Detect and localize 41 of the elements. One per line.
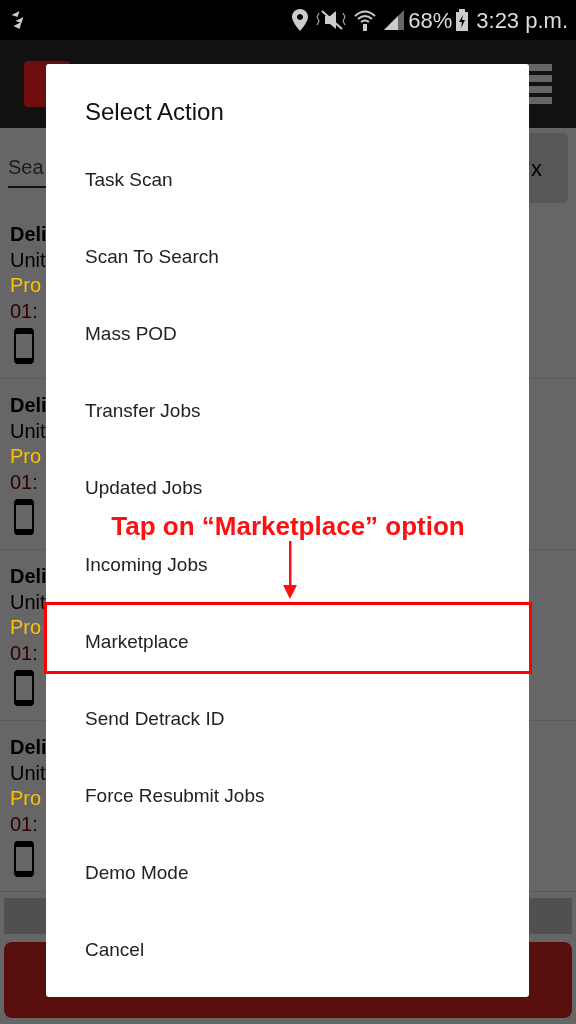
annotation-text: Tap on “Marketplace” option [111,511,465,541]
job-status: Pro [10,273,42,298]
job-time: 01: [10,640,38,666]
job-status: Pro [10,615,42,640]
menu-item[interactable]: Scan To Search [85,243,219,272]
menu-item[interactable]: Task Scan [85,166,173,195]
job-title: Deli [10,393,47,418]
menu-item[interactable]: Marketplace [85,628,189,657]
menu-item[interactable]: Mass POD [85,320,177,349]
job-time: 01: [10,298,38,324]
phone-icon [14,328,34,364]
menu-item[interactable]: Transfer Jobs [85,397,201,426]
job-title: Deli [10,735,47,760]
clock: 3:23 p.m. [476,6,568,35]
mute-icon [316,9,347,31]
menu-item[interactable]: Force Resubmit Jobs [85,782,265,811]
job-time: 01: [10,469,38,495]
battery-icon [456,9,469,31]
menu-item[interactable]: Updated Jobs [85,474,203,503]
menu-item[interactable]: Demo Mode [85,859,189,888]
phone-icon [14,670,34,706]
battery-percent: 68% [408,6,453,35]
job-subtitle: Unit [10,589,46,615]
menu-item[interactable]: Send Detrack ID [85,705,225,734]
job-time: 01: [10,811,38,837]
location-icon [292,9,309,31]
job-status: Pro [10,786,42,811]
phone-icon [14,841,34,877]
job-status: Pro [10,444,42,469]
menu-item[interactable]: Cancel [85,936,145,965]
job-subtitle: Unit [10,247,46,273]
dialog-title: Select Action [85,98,224,125]
annotation-arrow [283,541,297,599]
phone-icon [14,499,34,535]
wifi-icon [354,9,377,31]
job-title: Deli [10,564,47,589]
signal-icon [384,10,405,30]
job-title: Deli [10,222,47,247]
job-subtitle: Unit [10,418,46,444]
job-subtitle: Unit [10,760,46,786]
menu-item[interactable]: Incoming Jobs [85,551,208,580]
